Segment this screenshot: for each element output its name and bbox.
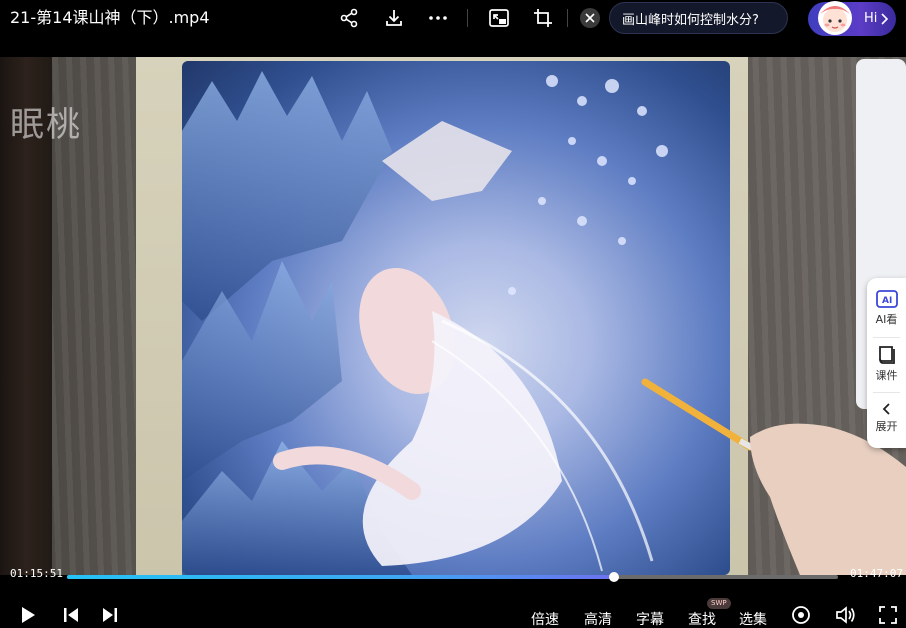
toolbar-divider — [467, 9, 468, 27]
suggested-question-button[interactable]: 画山峰时如何控制水分? — [609, 2, 788, 34]
courseware-label: 课件 — [875, 369, 898, 382]
search-button[interactable]: 查找 — [688, 609, 716, 628]
crop-icon[interactable] — [531, 6, 555, 30]
progress-handle[interactable] — [609, 572, 620, 582]
assistant-label: Hi — [864, 11, 878, 26]
assistant-button[interactable]: Hi — [808, 1, 896, 36]
skip-next-icon — [103, 608, 117, 622]
quality-button[interactable]: 高清 — [584, 609, 612, 628]
fullscreen-button[interactable] — [878, 605, 898, 625]
close-icon[interactable] — [580, 8, 600, 28]
progress-bar[interactable] — [67, 572, 838, 582]
share-icon[interactable] — [337, 6, 361, 30]
video-frame[interactable]: 眠桃 AI AI看 课件 展开 — [0, 57, 906, 575]
chevron-left-icon — [882, 403, 890, 415]
player-controls: 01:15:51 01:47:07 倍速 高清 字幕 查找 SWP 选集 — [0, 567, 906, 628]
picture-in-picture-icon[interactable] — [487, 6, 511, 30]
skip-previous-icon — [64, 608, 78, 622]
volume-icon — [836, 606, 855, 624]
next-button[interactable] — [100, 605, 120, 625]
chevron-right-icon — [881, 13, 888, 25]
expand-label: 展开 — [875, 420, 898, 433]
volume-button[interactable] — [835, 605, 857, 625]
progress-fill — [67, 575, 615, 579]
previous-button[interactable] — [61, 605, 81, 625]
svg-text:AI: AI — [882, 296, 892, 306]
fullscreen-icon — [879, 606, 897, 624]
courseware-button[interactable]: 课件 — [867, 338, 906, 390]
danmaku-button[interactable] — [791, 605, 811, 625]
more-icon[interactable] — [426, 6, 450, 30]
video-watermark: 眠桃 — [10, 105, 82, 145]
search-badge: SWP — [707, 598, 731, 609]
download-icon[interactable] — [382, 6, 406, 30]
target-icon — [792, 606, 810, 624]
book-icon — [878, 346, 895, 364]
subtitle-button[interactable]: 字幕 — [636, 609, 664, 628]
ai-watch-button[interactable]: AI AI看 — [867, 282, 906, 334]
toolbar-divider — [567, 9, 568, 27]
ai-watch-label: AI看 — [875, 313, 898, 326]
side-panel: AI AI看 课件 展开 — [867, 278, 906, 448]
assistant-avatar-icon — [812, 0, 858, 40]
play-button[interactable] — [18, 605, 38, 625]
expand-panel-button[interactable]: 展开 — [867, 392, 906, 444]
play-icon — [22, 607, 35, 623]
episodes-button[interactable]: 选集 — [739, 609, 767, 628]
painting-artwork — [182, 61, 730, 575]
current-time: 01:15:51 — [10, 567, 63, 580]
total-time: 01:47:07 — [850, 567, 903, 580]
ai-icon: AI — [875, 290, 898, 308]
top-bar: 21-第14课山神（下）.mp4 画山峰时如何控制水分? Hi — [0, 0, 906, 57]
suggested-question-text: 画山峰时如何控制水分? — [622, 12, 759, 28]
video-title: 21-第14课山神（下）.mp4 — [10, 8, 210, 27]
speed-button[interactable]: 倍速 — [531, 609, 559, 628]
